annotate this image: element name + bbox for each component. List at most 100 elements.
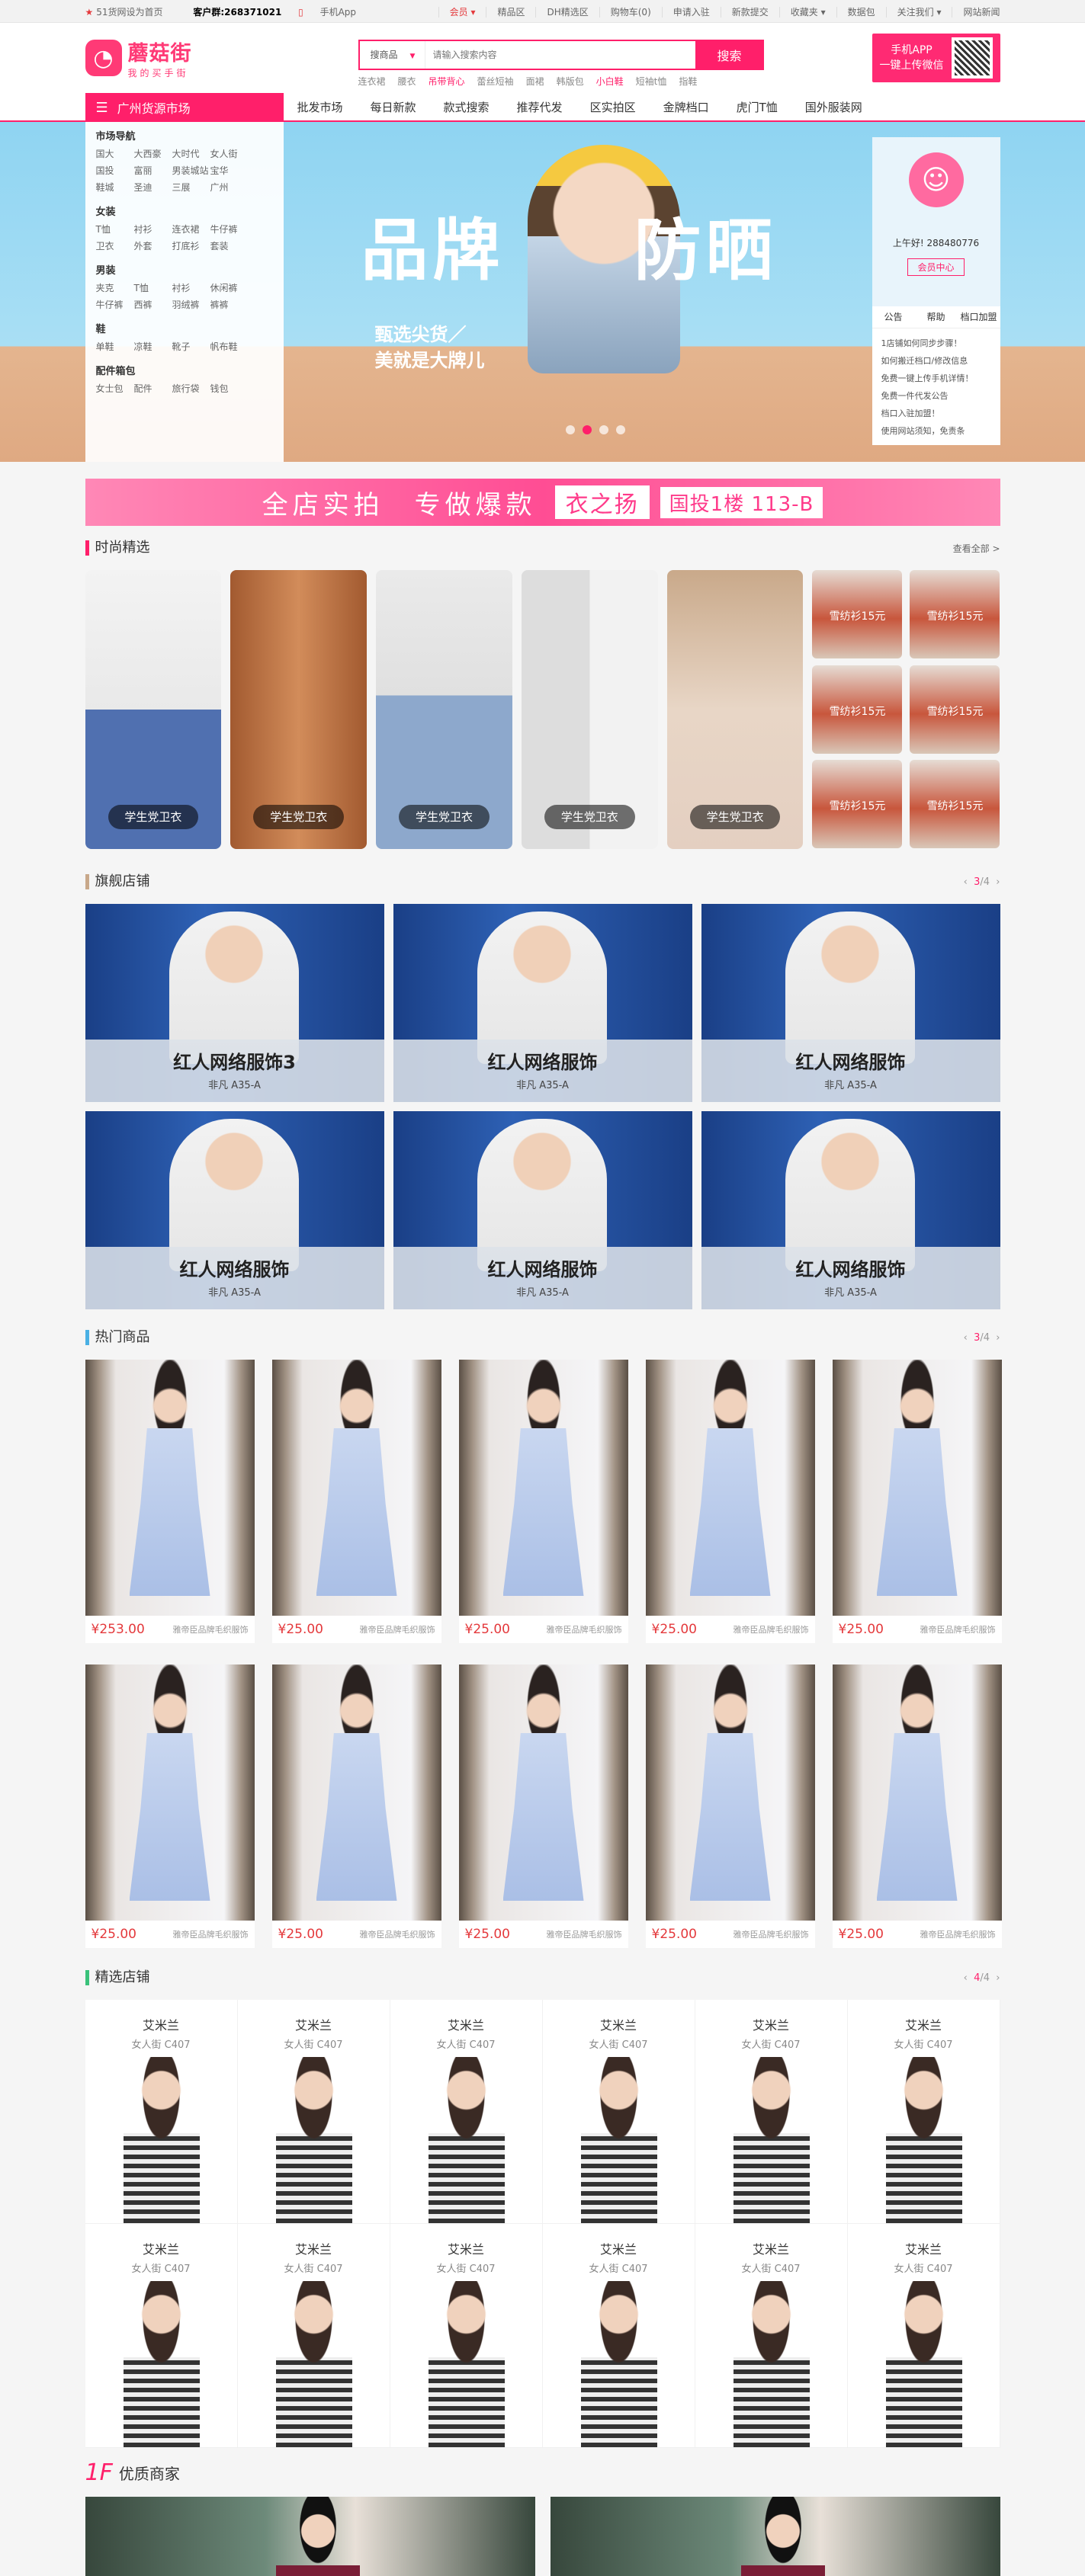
menu-item[interactable]: 单鞋 [96, 338, 134, 355]
merchant-banner[interactable] [550, 2497, 1000, 2576]
store-card[interactable]: 艾米兰 女人街 C407 [237, 2224, 390, 2448]
fashion-card[interactable]: 学生党卫衣 [666, 570, 804, 849]
menu-item[interactable]: 女人街 [210, 146, 249, 162]
mobile-app-link[interactable]: ▯ 手机App [298, 7, 370, 18]
menu-item[interactable]: 外套 [134, 238, 172, 255]
ad-banner[interactable]: 全店实拍 专做爆款 衣之扬 国投1楼 113-B [85, 479, 1000, 526]
topbar-link[interactable]: 会员 ▾ [438, 6, 476, 18]
hot-keyword[interactable]: 短袖t恤 [636, 76, 667, 87]
menu-item[interactable]: 广州 [210, 179, 249, 196]
product-card[interactable]: ¥25.00 雅帝臣品牌毛织服饰 [85, 1664, 255, 1948]
hot-keyword[interactable]: 小白鞋 [596, 76, 624, 87]
menu-item[interactable]: 女士包 [96, 380, 134, 397]
banner-dot[interactable] [565, 425, 575, 434]
hot-keyword[interactable]: 蕾丝短袖 [477, 76, 514, 87]
app-promo[interactable]: 手机APP 一键上传微信 [872, 34, 1000, 82]
userbox-tab[interactable]: 档口加盟 [958, 306, 1000, 328]
flagship-card[interactable]: 红人网络服饰 非凡 A35-A [701, 1111, 1000, 1309]
store-card[interactable]: 艾米兰 女人街 C407 [542, 2224, 695, 2448]
menu-item[interactable]: 凉鞋 [134, 338, 172, 355]
fashion-card[interactable]: 学生党卫衣 [85, 570, 222, 849]
menu-item[interactable]: 三展 [172, 179, 210, 196]
menu-item[interactable]: 大西豪 [134, 146, 172, 162]
store-card[interactable]: 艾米兰 女人街 C407 [847, 2000, 1000, 2224]
store-card[interactable]: 艾米兰 女人街 C407 [847, 2224, 1000, 2448]
menu-item[interactable]: 衬衫 [134, 221, 172, 238]
flagship-card[interactable]: 红人网络服饰3 非凡 A35-A [85, 904, 384, 1102]
mini-card[interactable]: 雪纺衫15元 [910, 570, 1000, 658]
menu-item[interactable]: 牛仔裤 [96, 296, 134, 313]
store-card[interactable]: 艾米兰 女人街 C407 [695, 2000, 848, 2224]
topbar-link[interactable]: 新款提交 [720, 6, 769, 18]
topbar-link[interactable]: 申请入驻 [661, 6, 710, 18]
hot-keyword[interactable]: 连衣裙 [358, 76, 386, 87]
menu-item[interactable]: 衬衫 [172, 280, 210, 296]
notice-item[interactable]: 如何搬迁档口/修改信息 [881, 352, 991, 370]
menu-item[interactable]: 宝华 [210, 162, 249, 179]
menu-item[interactable]: 富丽 [134, 162, 172, 179]
menu-item[interactable]: 大时代 [172, 146, 210, 162]
next-arrow-icon[interactable]: › [996, 1332, 1000, 1344]
menu-item[interactable]: T恤 [96, 221, 134, 238]
search-input[interactable] [425, 41, 695, 69]
site-logo[interactable]: ◔ 蘑菇街 我的买手街 [85, 37, 192, 79]
menu-item[interactable]: 休闲裤 [210, 280, 249, 296]
nav-item[interactable]: 批发市场 [284, 93, 357, 122]
topbar-link[interactable]: 关注我们 ▾ [885, 6, 942, 18]
product-card[interactable]: ¥25.00 雅帝臣品牌毛织服饰 [271, 1360, 441, 1643]
menu-item[interactable]: 夹克 [96, 280, 134, 296]
mini-card[interactable]: 雪纺衫15元 [812, 760, 903, 849]
member-center-button[interactable]: 会员中心 [907, 258, 965, 276]
flagship-card[interactable]: 红人网络服饰 非凡 A35-A [393, 1111, 692, 1309]
notice-item[interactable]: 1店铺如何同步步骤！ [881, 335, 991, 352]
nav-item[interactable]: 区实拍区 [576, 93, 650, 122]
hot-keyword[interactable]: 指鞋 [679, 76, 697, 87]
userbox-tab[interactable]: 帮助 [915, 306, 958, 328]
store-card[interactable]: 艾米兰 女人街 C407 [390, 2224, 543, 2448]
product-card[interactable]: ¥25.00 雅帝臣品牌毛织服饰 [645, 1360, 815, 1643]
menu-item[interactable]: 旅行袋 [172, 380, 210, 397]
hot-keyword[interactable]: 吊带背心 [429, 76, 465, 87]
menu-item[interactable]: 打底衫 [172, 238, 210, 255]
product-card[interactable]: ¥25.00 雅帝臣品牌毛织服饰 [645, 1664, 815, 1948]
mini-card[interactable]: 雪纺衫15元 [910, 760, 1000, 849]
merchant-banner[interactable] [85, 2497, 535, 2576]
product-card[interactable]: ¥25.00 雅帝臣品牌毛织服饰 [832, 1664, 1002, 1948]
mini-card[interactable]: 雪纺衫15元 [812, 665, 903, 754]
nav-item[interactable]: 推荐代发 [503, 93, 576, 122]
menu-item[interactable]: 西裤 [134, 296, 172, 313]
menu-item[interactable]: 配件 [134, 380, 172, 397]
avatar-icon[interactable]: ☺ [908, 152, 964, 207]
menu-item[interactable]: 钱包 [210, 380, 249, 397]
topbar-link[interactable]: 数据包 [836, 6, 875, 18]
notice-item[interactable]: 档口入驻加盟！ [881, 405, 991, 422]
view-all-link[interactable]: 查看全部 > [953, 542, 1000, 555]
mini-card[interactable]: 雪纺衫15元 [812, 570, 903, 658]
store-card[interactable]: 艾米兰 女人街 C407 [85, 2000, 238, 2224]
menu-item[interactable]: 国投 [96, 162, 134, 179]
menu-item[interactable]: 牛仔裤 [210, 221, 249, 238]
store-card[interactable]: 艾米兰 女人街 C407 [542, 2000, 695, 2224]
flagship-card[interactable]: 红人网络服饰 非凡 A35-A [85, 1111, 384, 1309]
nav-item[interactable]: 金牌档口 [650, 93, 723, 122]
product-card[interactable]: ¥253.00 雅帝臣品牌毛织服饰 [85, 1360, 255, 1643]
notice-item[interactable]: 使用网站须知，免责条 [881, 422, 991, 440]
hot-keyword[interactable]: 腰衣 [398, 76, 416, 87]
product-card[interactable]: ¥25.00 雅帝臣品牌毛织服饰 [271, 1664, 441, 1948]
menu-item[interactable]: 裤裤 [210, 296, 249, 313]
product-card[interactable]: ¥25.00 雅帝臣品牌毛织服饰 [458, 1664, 628, 1948]
prev-arrow-icon[interactable]: ‹ [964, 876, 968, 888]
menu-item[interactable]: 帆布鞋 [210, 338, 249, 355]
notice-item[interactable]: 免费一键上传手机详情！ [881, 370, 991, 387]
menu-item[interactable]: 卫衣 [96, 238, 134, 255]
notice-item[interactable]: 免费一件代发公告 [881, 387, 991, 405]
menu-item[interactable]: 国大 [96, 146, 134, 162]
fashion-card[interactable]: 学生党卫衣 [230, 570, 368, 849]
store-card[interactable]: 艾米兰 女人街 C407 [85, 2224, 238, 2448]
next-arrow-icon[interactable]: › [996, 876, 1000, 888]
search-button[interactable]: 搜索 [695, 40, 764, 70]
menu-item[interactable]: 连衣裙 [172, 221, 210, 238]
menu-item[interactable]: T恤 [134, 280, 172, 296]
menu-item[interactable]: 男装城站 [172, 162, 210, 179]
flagship-card[interactable]: 红人网络服饰 非凡 A35-A [393, 904, 692, 1102]
